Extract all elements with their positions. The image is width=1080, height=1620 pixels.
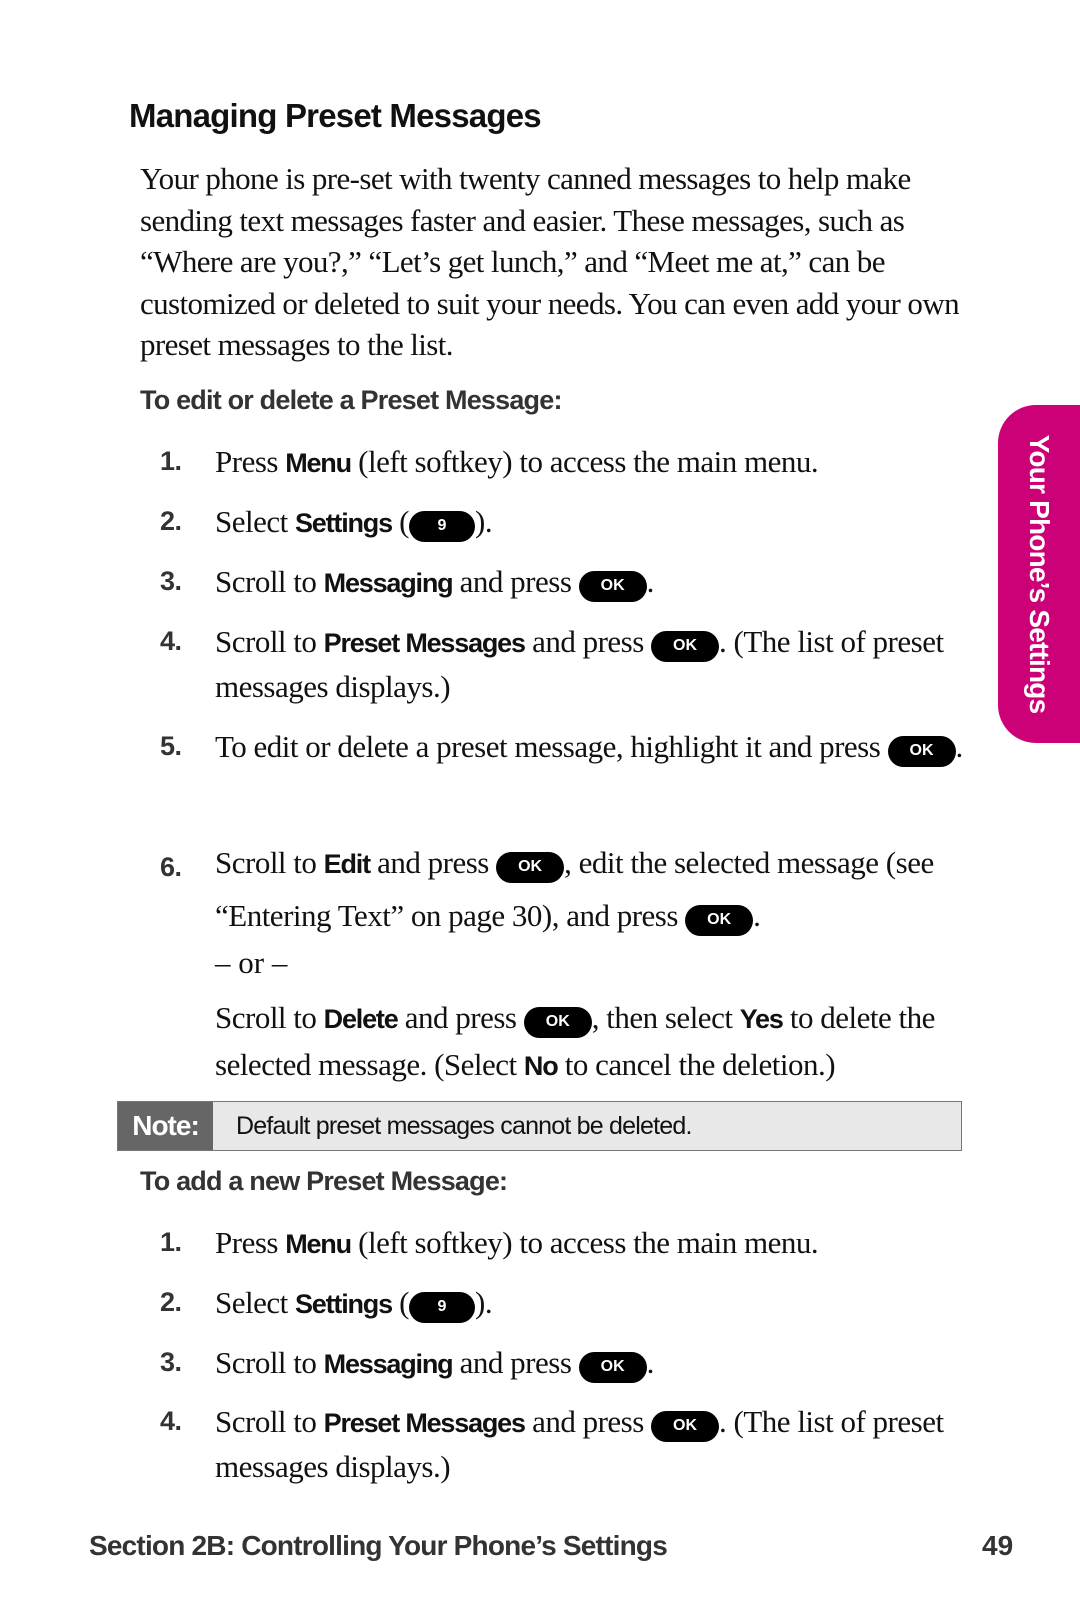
preset-messages-term: Preset Messages (323, 628, 526, 658)
menu-term: Menu (285, 448, 352, 478)
messaging-term: Messaging (323, 568, 454, 598)
edit-step-5: 5. To edit or delete a preset message, h… (140, 725, 970, 768)
step-text: and press (524, 624, 652, 659)
ok-key-icon: OK (651, 631, 720, 662)
ok-key-icon: OK (523, 1007, 592, 1038)
settings-term: Settings (295, 508, 393, 538)
step-number: 2. (160, 1287, 182, 1317)
edit-step-6: 6. Scroll to Edit and press OK, edit the… (140, 837, 970, 942)
step-text: ). (475, 504, 493, 539)
note-text: Default preset messages cannot be delete… (236, 1112, 692, 1140)
ok-key-icon: OK (578, 1352, 647, 1383)
step-text: ( (391, 1285, 409, 1320)
step-text: Scroll to (215, 564, 324, 599)
or-separator: – or – (215, 945, 288, 980)
step-text: Scroll to (215, 1345, 324, 1380)
section-side-tab: Your Phone’s Settings (998, 405, 1080, 743)
menu-term: Menu (285, 1229, 352, 1259)
step-text: Scroll to (215, 1000, 324, 1035)
ok-key-icon: OK (578, 571, 647, 602)
step-text: Select (215, 504, 295, 539)
intro-paragraph: Your phone is pre-set with twenty canned… (140, 161, 960, 362)
step-number: 1. (160, 446, 182, 476)
add-step-4: 4. Scroll to Preset Messages and press O… (140, 1400, 970, 1488)
step-text: to cancel the deletion.) (557, 1047, 836, 1082)
page-title: Managing Preset Messages (129, 97, 542, 134)
step-number: 6. (160, 852, 182, 882)
step-number: 3. (160, 1347, 182, 1377)
note-label: Note: (118, 1102, 213, 1150)
step-text: , then select (591, 1000, 740, 1035)
add-step-2: 2. Select Settings (9). (140, 1281, 970, 1326)
step-text: and press (369, 845, 497, 880)
edit-section-heading: To edit or delete a Preset Message: (140, 385, 562, 415)
step-text: and press (452, 564, 579, 599)
edit-step-6-alt: Scroll to Delete and press OK, then sele… (140, 995, 970, 1089)
side-tab-label: Your Phone’s Settings (1024, 434, 1055, 714)
yes-term: Yes (739, 1004, 784, 1034)
step-text: Scroll to (215, 624, 324, 659)
step-number: 2. (160, 506, 182, 536)
ok-key-icon: OK (496, 852, 565, 883)
preset-messages-term: Preset Messages (323, 1408, 526, 1438)
step-text: Select (215, 1285, 295, 1320)
add-step-3: 3. Scroll to Messaging and press OK. (140, 1341, 970, 1386)
ok-key-icon: OK (887, 736, 956, 767)
key-9-icon: 9 (409, 511, 475, 542)
step-text: To edit or delete a preset message, high… (215, 729, 888, 764)
delete-term: Delete (323, 1004, 399, 1034)
ok-key-icon: OK (685, 905, 754, 936)
step-number: 3. (160, 566, 182, 596)
step-text: and press (452, 1345, 579, 1380)
edit-term: Edit (323, 849, 371, 879)
step-text: (left softkey) to access the main menu. (350, 444, 819, 479)
page-number: 49 (982, 1530, 1014, 1561)
messaging-term: Messaging (323, 1349, 454, 1379)
step-text: Press (215, 1225, 286, 1260)
footer-section-title: Section 2B: Controlling Your Phone’s Set… (89, 1530, 668, 1561)
edit-step-3: 3. Scroll to Messaging and press OK. (140, 560, 970, 605)
step-text: . (955, 729, 964, 764)
add-section-heading: To add a new Preset Message: (140, 1166, 508, 1196)
step-text: Scroll to (215, 845, 324, 880)
step-text: (left softkey) to access the main menu. (350, 1225, 819, 1260)
note-box: Note: Default preset messages cannot be … (117, 1101, 962, 1151)
edit-step-2: 2. Select Settings (9). (140, 500, 970, 545)
step-number: 1. (160, 1227, 182, 1257)
step-number: 5. (160, 731, 182, 761)
step-text: and press (524, 1404, 652, 1439)
step-text: ). (475, 1285, 493, 1320)
step-text: . (646, 564, 655, 599)
step-number: 4. (160, 1406, 182, 1436)
step-text: ( (391, 504, 409, 539)
step-text: and press (397, 1000, 524, 1035)
key-9-icon: 9 (409, 1292, 475, 1323)
step-text: . (646, 1345, 655, 1380)
step-text: Scroll to (215, 1404, 324, 1439)
step-number: 4. (160, 626, 182, 656)
step-text: Press (215, 444, 286, 479)
edit-step-1: 1. Press Menu (left softkey) to access t… (140, 440, 970, 485)
add-step-1: 1. Press Menu (left softkey) to access t… (140, 1221, 970, 1266)
step-text: . (753, 898, 761, 933)
ok-key-icon: OK (651, 1411, 720, 1442)
no-term: No (523, 1051, 559, 1081)
edit-step-4: 4. Scroll to Preset Messages and press O… (140, 620, 970, 708)
settings-term: Settings (295, 1289, 393, 1319)
